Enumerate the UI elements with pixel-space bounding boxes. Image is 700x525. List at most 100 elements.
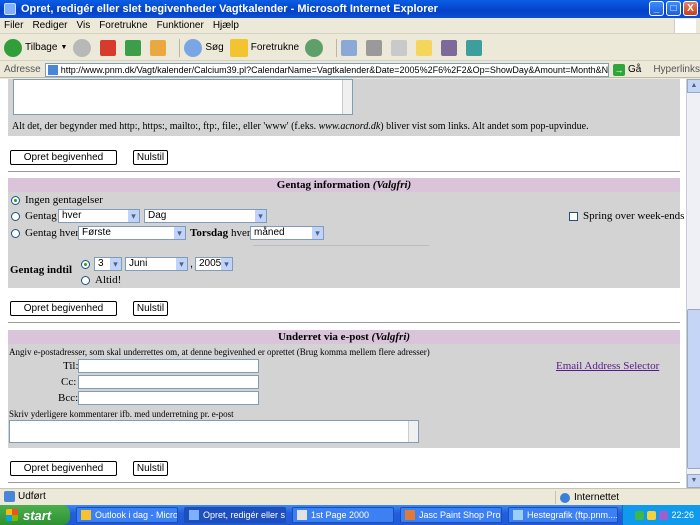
- bcc-label: Bcc:: [58, 392, 79, 404]
- refresh-icon: [125, 39, 142, 56]
- nth-select[interactable]: Første: [78, 226, 186, 240]
- to-email-field[interactable]: [78, 359, 259, 373]
- mail-button[interactable]: [341, 39, 360, 56]
- taskbar-item-paintshop[interactable]: Jasc Paint Shop Pro: [400, 507, 502, 523]
- menu-view[interactable]: Vis: [76, 20, 90, 31]
- reset-button[interactable]: Nulstil: [133, 461, 168, 476]
- home-button[interactable]: [150, 39, 169, 56]
- repeat-every-radio[interactable]: [11, 229, 20, 238]
- taskbar-item-label: Jasc Paint Shop Pro: [419, 510, 501, 520]
- repeat-unit-select[interactable]: Dag: [144, 209, 267, 223]
- minimize-button[interactable]: _: [649, 1, 664, 16]
- window-title: Opret, redigér eller slet begivenheder V…: [21, 3, 438, 15]
- taskbar-item-label: 1st Page 2000: [311, 510, 370, 520]
- status-text: Udført: [4, 491, 46, 502]
- zone-label: Internettet: [574, 492, 620, 503]
- period-select[interactable]: måned: [250, 226, 324, 240]
- star-icon: [229, 38, 248, 57]
- research-button[interactable]: [441, 39, 460, 56]
- stop-button[interactable]: [100, 39, 119, 56]
- reset-button[interactable]: Nulstil: [133, 301, 168, 316]
- tray-icon[interactable]: [647, 510, 657, 520]
- description-textarea[interactable]: [13, 79, 353, 115]
- folder-button[interactable]: [416, 39, 435, 56]
- messenger-icon: [466, 39, 483, 56]
- menu-bar: Filer Rediger Vis Foretrukne Funktioner …: [0, 18, 700, 34]
- research-icon: [441, 39, 458, 56]
- edit-icon: [391, 39, 408, 56]
- bcc-email-field[interactable]: [78, 391, 259, 405]
- divider: [8, 171, 680, 172]
- textarea-scrollbar[interactable]: [408, 421, 418, 442]
- forward-button[interactable]: [73, 38, 94, 57]
- globe-icon: [560, 492, 570, 503]
- repeat-header-optional: (Valgfri): [372, 179, 412, 191]
- divider: [253, 245, 429, 246]
- day-select[interactable]: 3: [94, 257, 122, 271]
- scroll-down-icon[interactable]: ▼: [687, 474, 700, 488]
- repeat-section: Gentag information (Valgfri) Ingen genta…: [8, 178, 684, 288]
- month-select[interactable]: Juni: [125, 257, 188, 271]
- create-event-button[interactable]: Opret begivenhed: [10, 461, 117, 476]
- taskbar-item-ie[interactable]: Opret, redigér eller sl...: [184, 507, 286, 523]
- cc-email-field[interactable]: [78, 375, 259, 389]
- notify-header-text: Underret via e-post: [277, 331, 369, 343]
- skip-weekends-label: Spring over week-ends: [583, 210, 685, 222]
- no-repeat-radio[interactable]: [11, 196, 20, 205]
- edit-button[interactable]: [391, 39, 410, 56]
- scroll-thumb[interactable]: [687, 309, 700, 469]
- taskbar-item-1stpage[interactable]: 1st Page 2000: [292, 507, 394, 523]
- repeat-until-date-radio[interactable]: [81, 260, 90, 269]
- refresh-button[interactable]: [125, 39, 144, 56]
- address-input[interactable]: http://www.pnm.dk/Vagt/kalender/Calcium3…: [44, 62, 609, 77]
- notify-header: Underret via e-post (Valgfri): [8, 330, 680, 344]
- page-scrollbar[interactable]: ▲ ▼: [686, 79, 700, 488]
- links-note-text: Alt det, der begynder med http:, https:,…: [12, 121, 317, 132]
- repeat-header: Gentag information (Valgfri): [8, 178, 680, 192]
- go-button[interactable]: → Gå: [612, 63, 641, 76]
- email-address-selector-link[interactable]: Email Address Selector: [556, 360, 659, 372]
- favorites-button[interactable]: Foretrukne: [229, 38, 299, 57]
- system-tray: 22:26: [622, 505, 700, 525]
- tray-icon[interactable]: [659, 510, 669, 520]
- always-label: Altid!: [95, 274, 122, 286]
- year-select[interactable]: 2005: [195, 257, 233, 271]
- menu-file[interactable]: Filer: [4, 20, 23, 31]
- start-button[interactable]: start: [0, 505, 70, 525]
- title-bar: Opret, redigér eller slet begivenheder V…: [0, 0, 700, 18]
- back-arrow-icon: [4, 38, 22, 57]
- scroll-up-icon[interactable]: ▲: [687, 79, 700, 93]
- cc-label: Cc:: [61, 376, 77, 388]
- menu-edit[interactable]: Rediger: [32, 20, 67, 31]
- skip-weekends-checkbox[interactable]: [569, 212, 578, 221]
- menu-help[interactable]: Hjælp: [213, 20, 239, 31]
- taskbar-item-label: Hestegrafik (ftp.pnm....: [527, 510, 618, 520]
- print-button[interactable]: [366, 39, 385, 56]
- taskbar-item-outlook[interactable]: Outlook i dag - Micros...: [76, 507, 178, 523]
- search-button[interactable]: Søg: [184, 38, 224, 57]
- close-button[interactable]: X: [683, 1, 698, 16]
- address-url: http://www.pnm.dk/Vagt/kalender/Calcium3…: [60, 64, 609, 75]
- security-zone: Internettet: [555, 491, 619, 504]
- repeat-radio[interactable]: [11, 212, 20, 221]
- windows-logo-icon: [674, 19, 696, 33]
- toolbar-separator: [179, 38, 181, 57]
- links-note-text-end: ) bliver vist som links. Alt andet som p…: [380, 121, 589, 132]
- history-button[interactable]: [305, 38, 326, 57]
- repeat-every-select[interactable]: hver: [58, 209, 140, 223]
- reset-button[interactable]: Nulstil: [133, 150, 168, 165]
- taskbar-item-ftp[interactable]: Hestegrafik (ftp.pnm....: [508, 507, 618, 523]
- back-button[interactable]: Tilbage ▼: [4, 38, 67, 57]
- create-event-button[interactable]: Opret begivenhed: [10, 301, 117, 316]
- maximize-button[interactable]: □: [666, 1, 681, 16]
- create-event-button[interactable]: Opret begivenhed: [10, 150, 117, 165]
- messenger-button[interactable]: [466, 39, 485, 56]
- tray-icon[interactable]: [635, 510, 645, 520]
- links-toolbar[interactable]: Hyperlinks: [653, 64, 700, 75]
- comments-label: Skriv yderligere kommentarer ifb. med un…: [9, 409, 234, 419]
- comments-textarea[interactable]: [9, 420, 419, 443]
- textarea-scrollbar[interactable]: [342, 80, 352, 114]
- repeat-always-radio[interactable]: [81, 276, 90, 285]
- menu-tools[interactable]: Funktioner: [157, 20, 204, 31]
- menu-favorites[interactable]: Foretrukne: [99, 20, 147, 31]
